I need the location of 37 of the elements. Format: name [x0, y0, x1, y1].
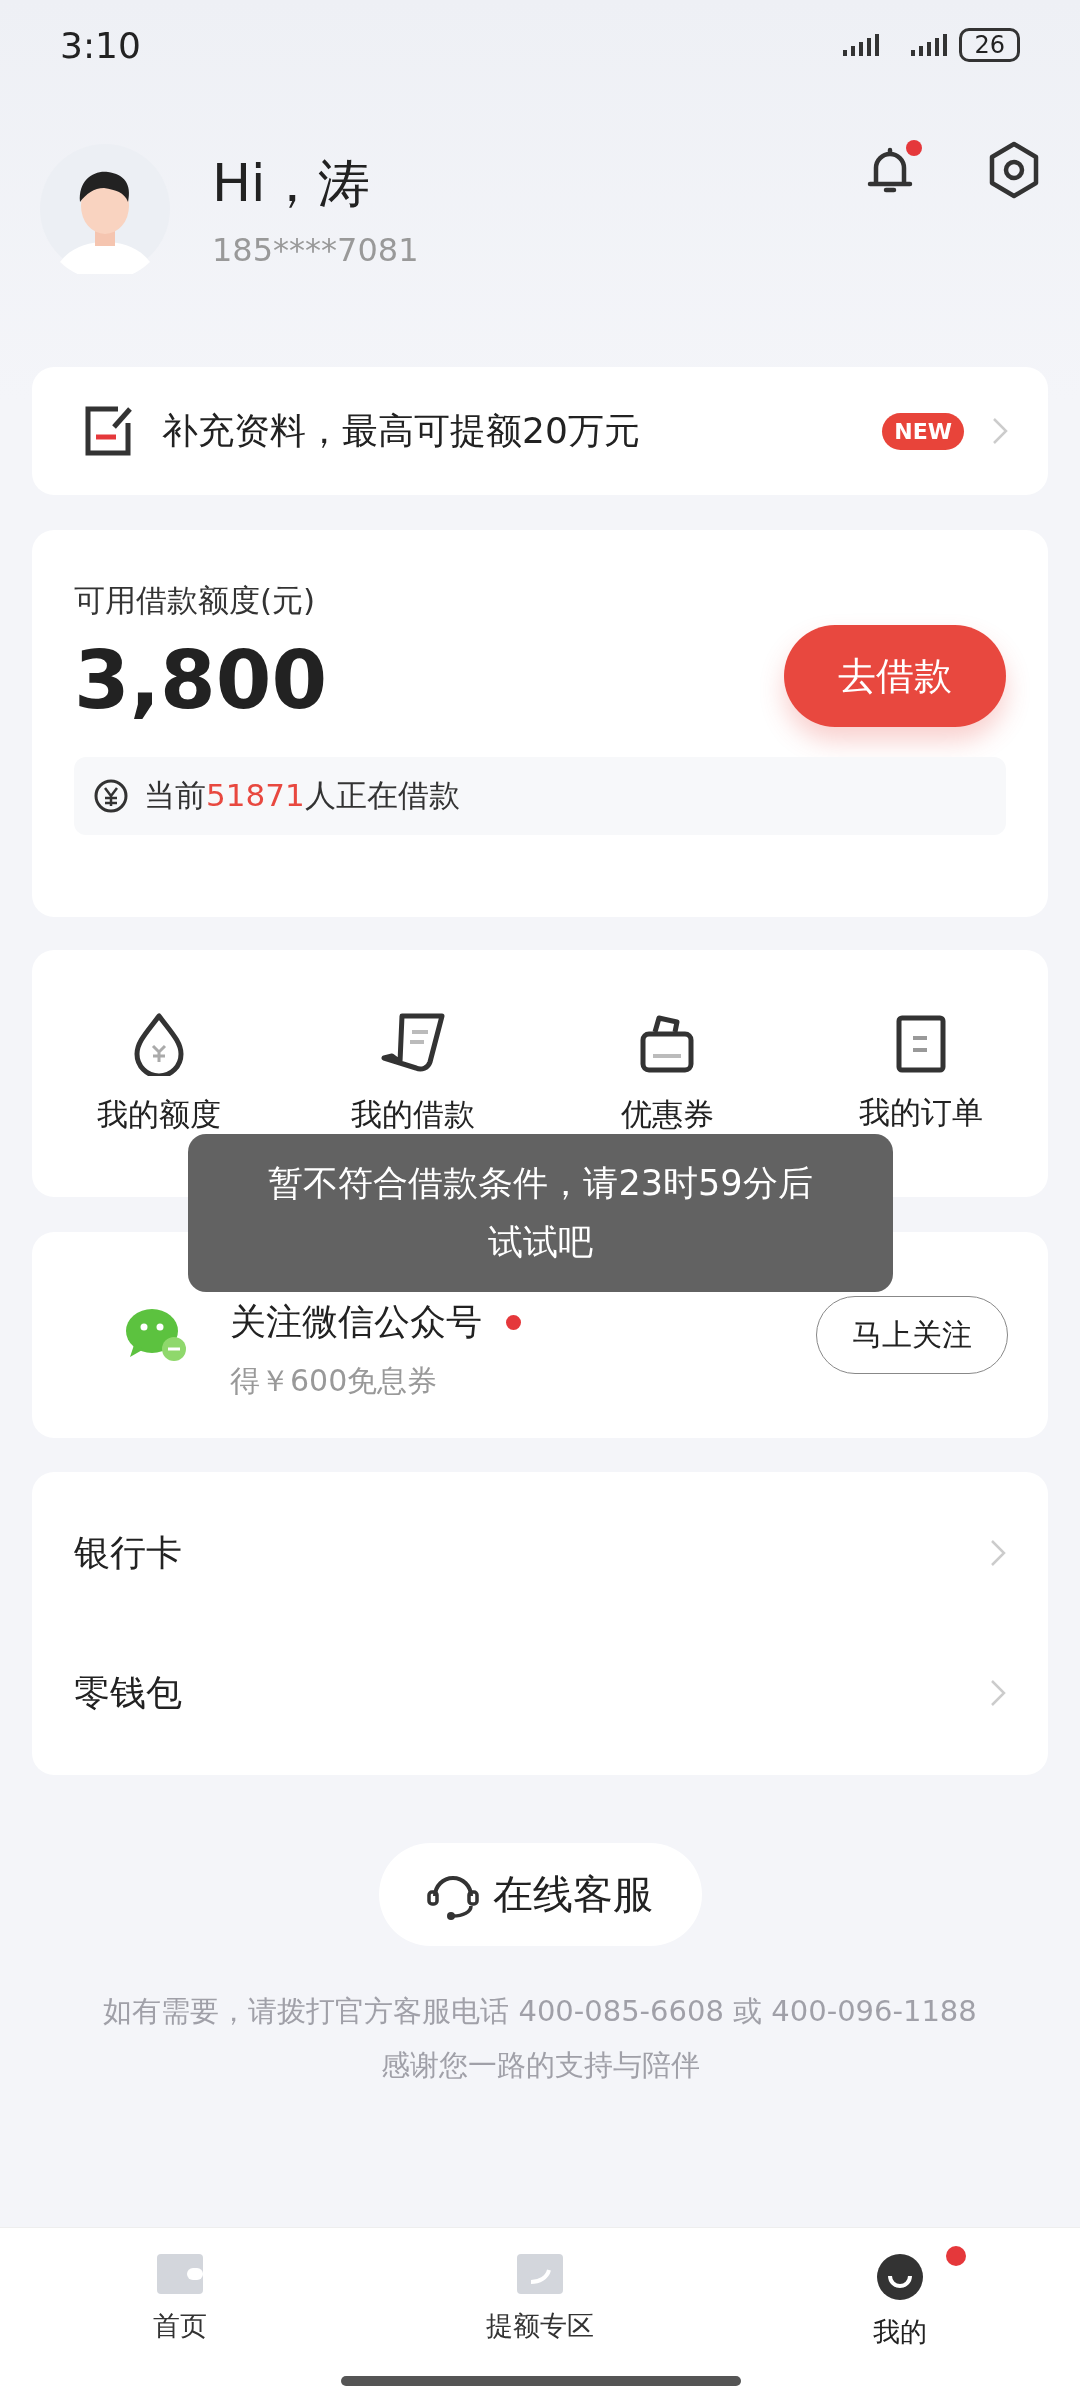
follow-button[interactable]: 马上关注	[816, 1296, 1008, 1374]
yen-icon	[94, 779, 128, 813]
shortcut-label[interactable]: 优惠券	[620, 1093, 714, 1136]
banner-text: 补充资料，最高可提额20万元	[162, 408, 641, 453]
smile-icon	[877, 2254, 923, 2300]
footer-text: 如有需要，请拨打官方客服电话 400-085-6608 或 400-096-1188	[103, 1993, 977, 2030]
new-badge: NEW	[882, 412, 964, 450]
borrow-button[interactable]: 去借款	[784, 625, 1006, 727]
phone-icon	[517, 2254, 563, 2294]
menu-item[interactable]: 银行卡	[74, 1528, 182, 1578]
shortcut-label[interactable]: 我的借款	[351, 1093, 475, 1136]
shortcut-label[interactable]: 我的订单	[859, 1091, 983, 1134]
status-time: 3:10	[60, 24, 141, 66]
promo-banner[interactable]: 补充资料，最高可提额20万元 NEW	[32, 367, 1048, 495]
wechat-subtitle: 得￥600免息券	[230, 1362, 439, 1400]
customer-service-button[interactable]: 在线客服	[378, 1843, 702, 1946]
quota-label: 可用借款额度(元)	[74, 582, 316, 618]
edit-icon	[84, 405, 134, 457]
battery-level: 26	[959, 28, 1020, 62]
chevron-icon	[990, 1679, 1006, 1707]
wallet-icon	[157, 2254, 203, 2294]
chevron-icon	[992, 417, 1008, 445]
shortcut-label[interactable]: 我的额度	[97, 1093, 221, 1136]
footer-text: 感谢您一路的支持与陪伴	[380, 2047, 700, 2084]
document-icon	[895, 1013, 947, 1074]
greeting: Hi，涛	[212, 151, 371, 215]
toast-text: 试试吧	[488, 1221, 593, 1264]
wechat-title: 关注微信公众号	[230, 1300, 482, 1344]
toast-text: 暂不符合借款条件，请23时59分后	[268, 1162, 813, 1205]
quota-amount: 3,800	[74, 634, 328, 727]
tab[interactable]: 提额专区	[360, 2228, 720, 2400]
chevron-icon	[990, 1539, 1006, 1567]
phone-number: 185****7081	[212, 230, 419, 269]
tab[interactable]: 首页	[0, 2228, 360, 2400]
menu-item[interactable]: 零钱包	[74, 1668, 182, 1718]
borrower-count-text: 当前51871人正在借款	[144, 776, 460, 815]
tab[interactable]: 我的	[720, 2228, 1080, 2400]
